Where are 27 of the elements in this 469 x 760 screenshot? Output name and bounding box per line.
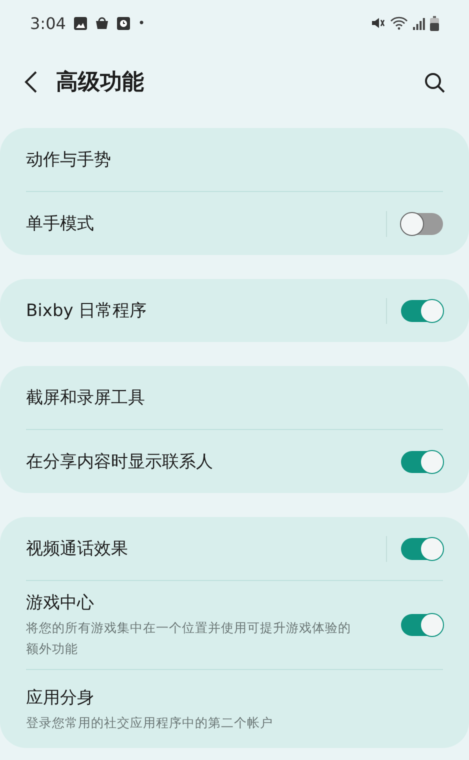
status-time: 3:04	[30, 14, 66, 32]
image-icon	[74, 16, 87, 30]
setting-title: 游戏中心	[26, 592, 95, 614]
setting-title: 应用分身	[26, 686, 95, 708]
setting-description: 登录您常用的社交应用程序中的第二个帐户	[26, 714, 274, 732]
wifi-icon	[390, 16, 408, 30]
setting-title: 视频通话效果	[26, 538, 129, 560]
back-icon[interactable]	[24, 71, 38, 93]
setting-description: 将您的所有游戏集中在一个位置并使用可提升游戏体验的额外功能	[26, 619, 352, 658]
search-icon[interactable]	[424, 72, 445, 92]
toggle-switch[interactable]	[401, 300, 443, 322]
clock-icon	[116, 16, 130, 30]
toggle-switch[interactable]	[401, 614, 443, 636]
battery-icon	[430, 16, 439, 30]
toggle-switch[interactable]	[401, 212, 443, 234]
setting-title: 动作与手势	[26, 149, 112, 171]
toggle-switch[interactable]	[401, 538, 443, 560]
setting-title: 截屏和录屏工具	[26, 387, 146, 409]
setting-title: Bixby 日常程序	[26, 300, 148, 322]
page-title: 高级功能	[56, 68, 144, 97]
setting-title: 在分享内容时显示联系人	[26, 451, 214, 473]
mute-icon	[371, 16, 385, 30]
bag-icon	[94, 16, 109, 30]
setting-title: 单手模式	[26, 213, 95, 235]
notification-dot: •	[138, 16, 146, 30]
toggle-switch[interactable]	[401, 450, 443, 472]
signal-icon	[413, 16, 425, 30]
